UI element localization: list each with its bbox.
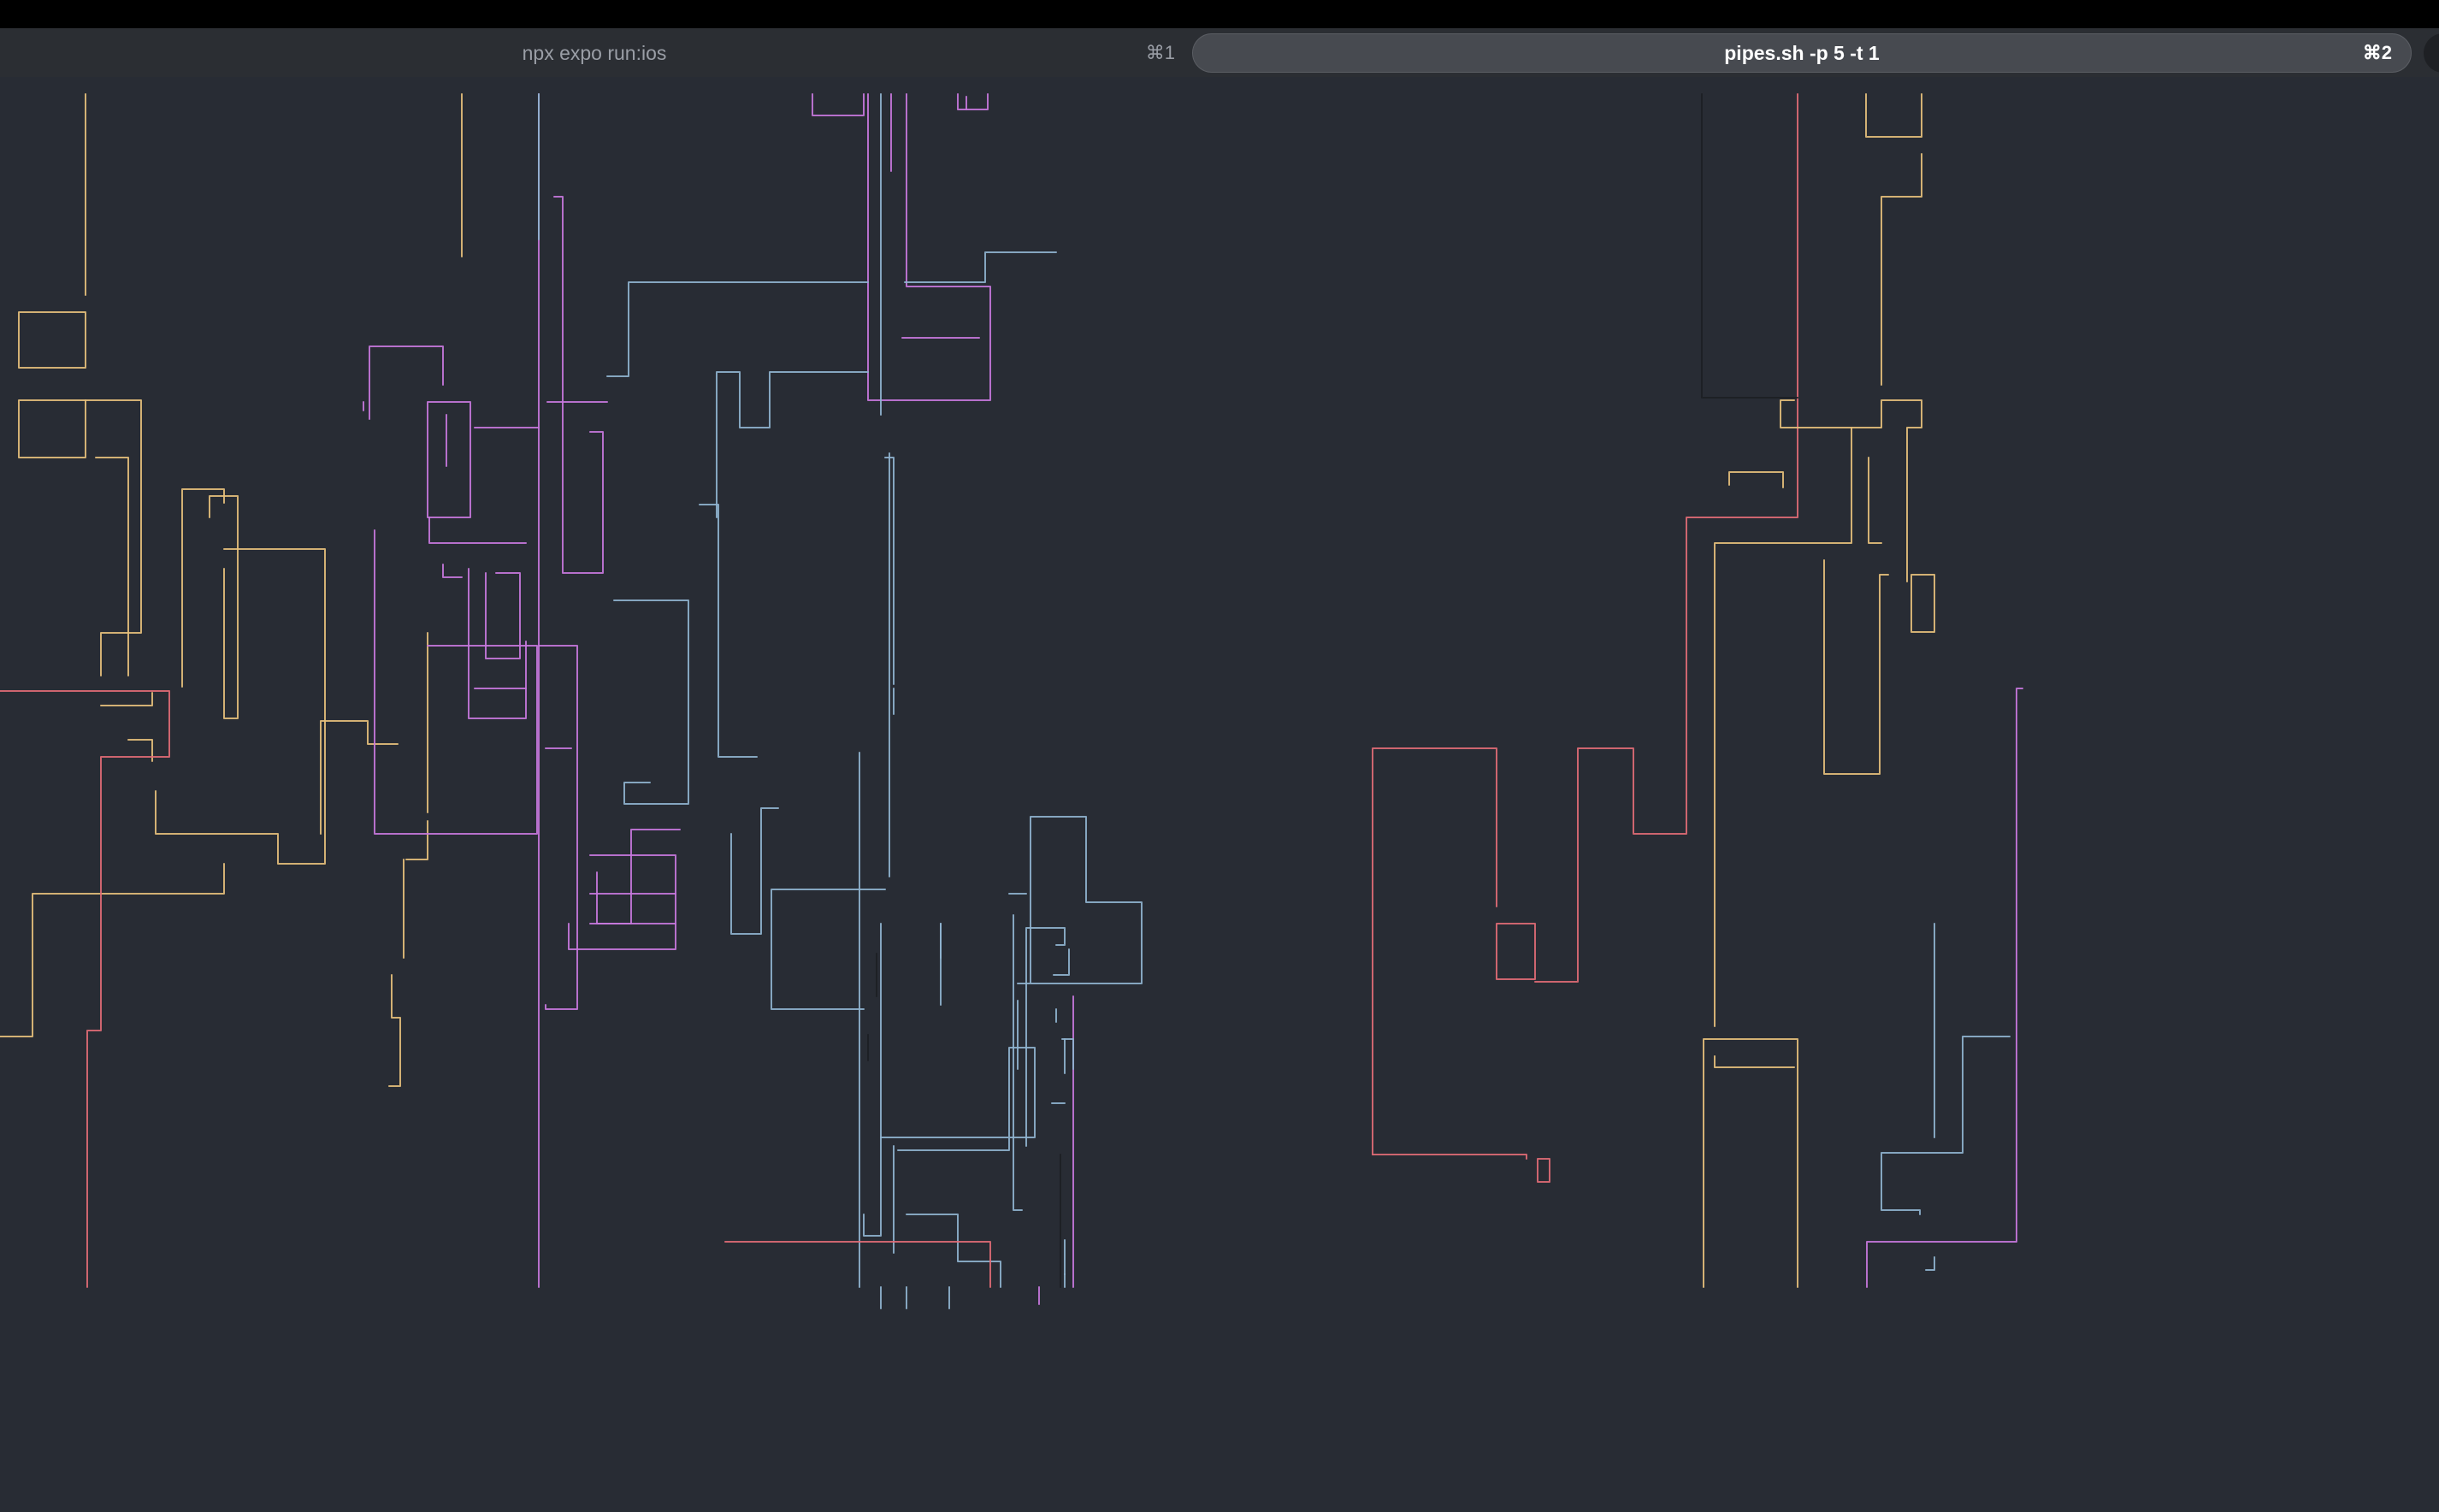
pipe-segment: [428, 517, 527, 544]
pipe-segment: [863, 923, 882, 1237]
pipe-segment: [957, 93, 989, 110]
window-bezel: [0, 0, 2439, 28]
pipe-segment: [1925, 1256, 1935, 1271]
pipe-segment: [1728, 471, 1784, 488]
pipe-segment: [1868, 457, 1882, 544]
pipe-segment: [468, 568, 527, 719]
pipe-segment: [155, 548, 326, 865]
pipe-segment: [613, 599, 689, 805]
pipe-segment: [0, 863, 225, 1037]
pipe-segment: [606, 281, 869, 377]
pipe-segment: [405, 820, 428, 860]
pipe-segment: [553, 196, 604, 574]
pipe-segment: [568, 923, 676, 950]
pipe-segment: [0, 690, 170, 1288]
pipe-segment: [596, 829, 681, 924]
pipe-segment: [1865, 93, 1922, 138]
pipe-segment: [18, 311, 86, 369]
pipe-segment: [1496, 923, 1536, 980]
pipe-segment: [18, 399, 86, 458]
tab-pipes[interactable]: pipes.sh -p 5 -t 1 ⌘2: [1192, 33, 2412, 73]
pipe-segment: [699, 504, 758, 758]
pipe-segment: [538, 645, 578, 1010]
tab-npx-expo[interactable]: npx expo run:ios ⌘1: [0, 33, 1189, 73]
pipe-segment: [320, 720, 399, 835]
pipe-segment: [1823, 559, 1889, 775]
pipe-segment: [906, 1214, 1001, 1288]
tab-title: pipes.sh -p 5 -t 1: [1724, 41, 1880, 64]
pipe-segment: [85, 399, 142, 676]
pipe-segment: [724, 1241, 991, 1288]
pipe-segment: [442, 564, 463, 578]
pipe-segment: [1053, 948, 1070, 976]
pipe-segment: [1017, 816, 1143, 984]
pipe-segment: [1061, 1038, 1074, 1070]
tab-title: npx expo run:ios: [522, 41, 667, 64]
pipe-segment: [771, 889, 886, 1010]
pipe-segment: [1881, 1036, 2011, 1215]
pipe-segment: [127, 739, 153, 762]
pipe-segment: [100, 692, 153, 706]
new-tab-button[interactable]: [2424, 33, 2439, 73]
pipe-segment: [1534, 93, 1798, 983]
pipe-segment: [589, 854, 676, 924]
pipe-segment: [1537, 1158, 1550, 1183]
pipe-segment: [1025, 927, 1066, 1147]
pipe-segment: [1372, 1154, 1527, 1160]
pipe-segment: [1703, 1038, 1798, 1288]
pipe-segment: [181, 488, 225, 688]
pipe-segment: [812, 93, 865, 116]
pipes-animation: [0, 93, 2023, 1309]
pipe-segment: [427, 401, 471, 518]
tab-shortcut: ⌘1: [1145, 42, 1175, 63]
pipe-segment: [1910, 574, 1935, 633]
pipe-segment: [880, 1047, 1036, 1151]
pipe-segment: [904, 251, 1057, 283]
pipe-segment: [374, 529, 538, 835]
tab-shortcut: ⌘2: [2362, 42, 2392, 63]
pipe-segment: [388, 974, 401, 1087]
pipe-segment: [1372, 747, 1497, 1155]
pipe-segment: [1866, 688, 2023, 1288]
pipe-segment: [1881, 153, 1922, 386]
pipe-segment: [867, 93, 991, 401]
pipe-segment: [369, 346, 444, 420]
pipe-segment: [209, 495, 239, 719]
pipe-segment: [1714, 1055, 1795, 1068]
pipe-segment: [716, 371, 869, 518]
terminal-pane[interactable]: [0, 77, 2439, 1512]
pipe-segment: [1701, 93, 1798, 399]
tab-bar: npx expo run:ios ⌘1 pipes.sh -p 5 -t 1 ⌘…: [0, 28, 2439, 77]
